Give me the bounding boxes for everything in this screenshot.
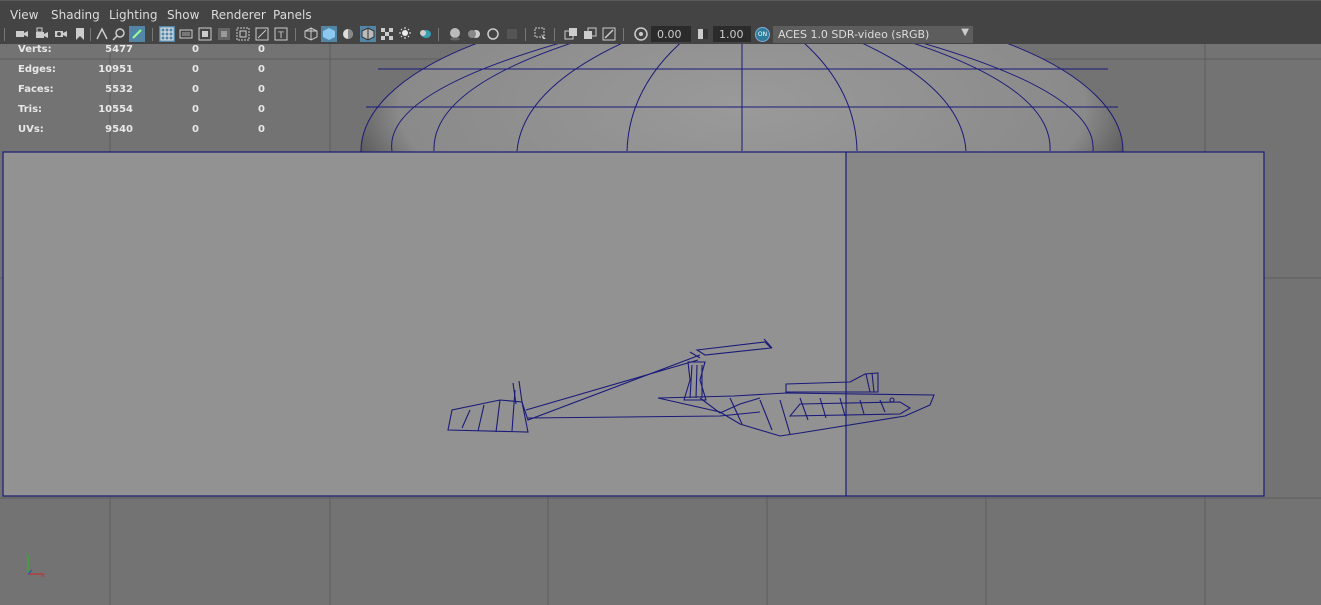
depth-of-field-icon[interactable]: [504, 26, 520, 42]
wireframe-on-shaded-icon[interactable]: [360, 26, 376, 42]
hud-label: Edges:: [18, 64, 56, 75]
hud-row-tris: Tris: 10554 0 0: [18, 104, 278, 124]
xray-active-components-icon[interactable]: [582, 26, 598, 42]
toolbar-separator: [152, 28, 153, 41]
menu-renderer[interactable]: Renderer: [211, 8, 266, 22]
hud-value: 10951: [98, 64, 133, 75]
view-axis-gizmo: y x: [26, 552, 45, 579]
2d-pan-zoom-icon[interactable]: [111, 26, 127, 42]
color-space-label: ACES 1.0 SDR-video (sRGB): [778, 28, 930, 41]
safe-action-icon[interactable]: [254, 26, 270, 42]
hud-value: 0: [258, 84, 265, 95]
film-gate-icon[interactable]: [178, 26, 194, 42]
shadows-icon[interactable]: [417, 26, 433, 42]
hud-value: 0: [258, 64, 265, 75]
screen-space-ambient-occlusion-icon[interactable]: [447, 26, 463, 42]
lock-camera-icon[interactable]: [34, 26, 50, 42]
gamma-field[interactable]: [713, 26, 751, 42]
panel-menubar: View Shading Lighting Show Renderer Pane…: [0, 0, 1321, 26]
use-all-lights-icon[interactable]: [397, 26, 413, 42]
hud-row-faces: Faces: 5532 0 0: [18, 84, 278, 104]
gamma-icon[interactable]: [695, 26, 711, 42]
xray-icon[interactable]: [563, 26, 579, 42]
resolution-gate-icon[interactable]: [197, 26, 213, 42]
hud-value: 0: [192, 64, 199, 75]
exposure-field[interactable]: [651, 26, 691, 42]
hud-value: 0: [192, 84, 199, 95]
hud-row-uvs: UVs: 9540 0 0: [18, 124, 278, 144]
exposure-icon[interactable]: [633, 26, 649, 42]
hud-value: 0: [192, 104, 199, 115]
hud-row-edges: Edges: 10951 0 0: [18, 64, 278, 84]
menu-show[interactable]: Show: [167, 8, 199, 22]
hud-value: 5532: [105, 84, 133, 95]
toolbar-separator: [554, 28, 555, 41]
wireframe-icon[interactable]: [303, 26, 319, 42]
menu-panels[interactable]: Panels: [273, 8, 312, 22]
toolbar-separator: [295, 28, 296, 41]
hud-row-verts: Verts: 5477 0 0: [18, 44, 278, 64]
hud-value: 0: [192, 44, 199, 55]
axis-y-label: y: [26, 552, 30, 560]
hud-label: Verts:: [18, 44, 52, 55]
bookmark-icon[interactable]: [72, 26, 88, 42]
motion-blur-icon[interactable]: [466, 26, 482, 42]
grease-pencil-icon[interactable]: [129, 26, 145, 42]
grid-icon[interactable]: [159, 26, 175, 42]
svg-text:T: T: [277, 31, 284, 41]
hud-label: UVs:: [18, 124, 44, 135]
smooth-shade-all-icon[interactable]: [321, 26, 337, 42]
hud-value: 5477: [105, 44, 133, 55]
menu-shading[interactable]: Shading: [51, 8, 100, 22]
chevron-down-icon: ▼: [961, 27, 969, 38]
menu-view[interactable]: View: [10, 8, 38, 22]
toolbar-separator: [90, 28, 91, 41]
textured-icon[interactable]: [379, 26, 395, 42]
safe-title-icon[interactable]: T: [273, 26, 289, 42]
panel-toolbar: T 0.00 1.00 ON ACES 1.0 SDR-video (sRGB)…: [0, 24, 1321, 44]
hud-label: Faces:: [18, 84, 54, 95]
toolbar-separator: [623, 28, 624, 41]
axis-x-label: x: [41, 571, 45, 579]
heads-up-display: Verts: 5477 0 0 Edges: 10951 0 0 Faces: …: [18, 44, 278, 144]
hud-value: 0: [258, 104, 265, 115]
xray-joints-icon[interactable]: [601, 26, 617, 42]
hud-value: 9540: [105, 124, 133, 135]
hud-label: Tris:: [18, 104, 43, 115]
gate-mask-icon[interactable]: [216, 26, 232, 42]
toolbar-separator: [438, 28, 439, 41]
isolate-select-icon[interactable]: [533, 26, 549, 42]
color-space-dropdown[interactable]: ACES 1.0 SDR-video (sRGB) ▼: [773, 26, 973, 43]
camera-attributes-icon[interactable]: [53, 26, 69, 42]
hud-value: 0: [258, 44, 265, 55]
color-management-toggle[interactable]: ON: [755, 27, 770, 42]
backdrop-plane: [2, 151, 1265, 497]
toolbar-separator: [525, 28, 526, 41]
hud-value: 0: [258, 124, 265, 135]
use-default-material-icon[interactable]: [340, 26, 356, 42]
field-chart-icon[interactable]: [235, 26, 251, 42]
menu-lighting[interactable]: Lighting: [109, 8, 158, 22]
select-camera-icon[interactable]: [14, 26, 30, 42]
hud-value: 0: [192, 124, 199, 135]
hud-value: 10554: [98, 104, 133, 115]
toolbar-separator: [4, 28, 5, 41]
multisample-anti-aliasing-icon[interactable]: [485, 26, 501, 42]
image-plane-icon[interactable]: [94, 26, 110, 42]
